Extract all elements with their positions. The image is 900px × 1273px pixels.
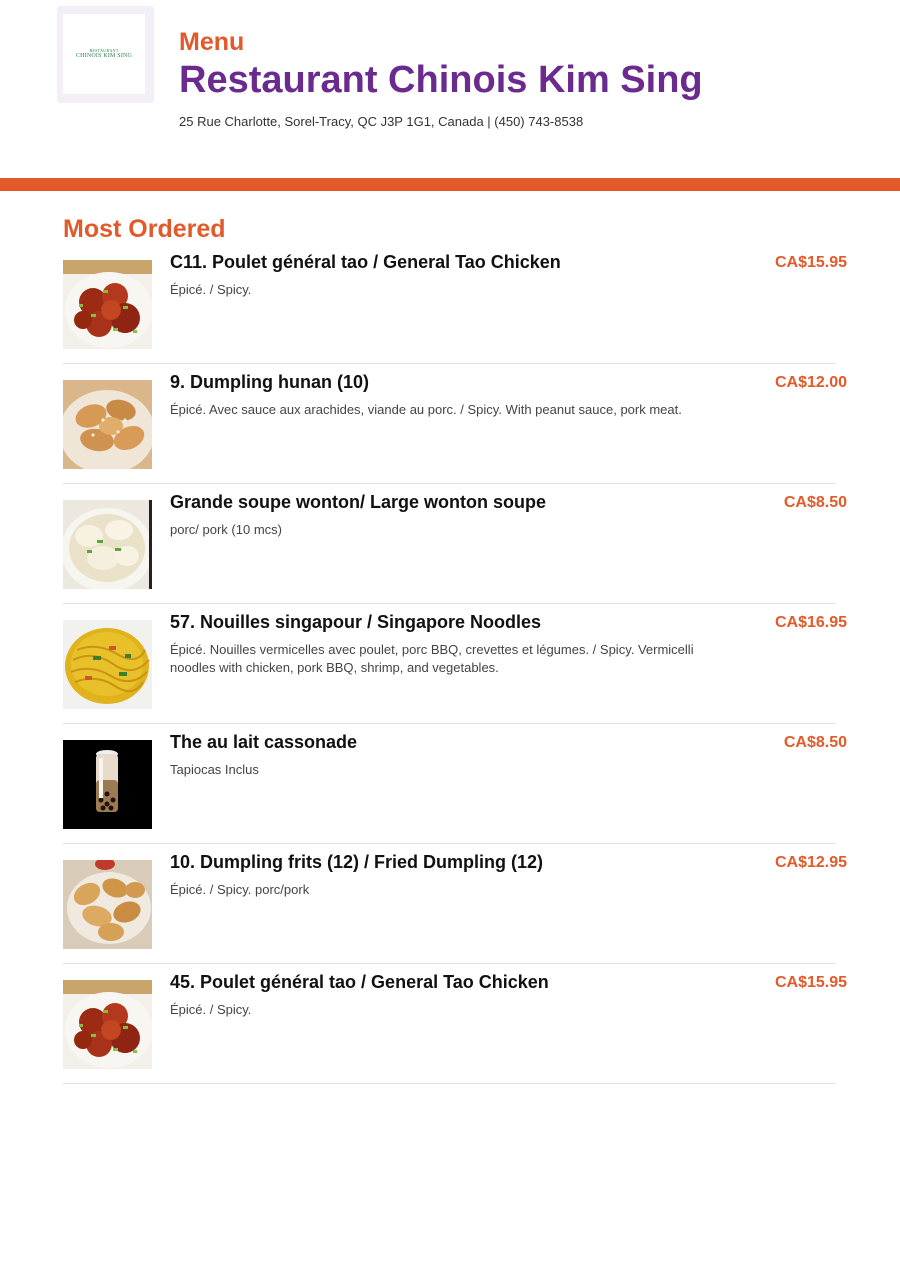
menu-item[interactable]: Grande soupe wonton/ Large wonton soupe … (63, 484, 847, 604)
item-description: Épicé. / Spicy. (170, 1002, 252, 1017)
item-description: Épicé. / Spicy. (170, 282, 252, 297)
menu-item[interactable]: C11. Poulet général tao / General Tao Ch… (63, 244, 847, 364)
header-divider-bar (0, 178, 900, 191)
item-name: 9. Dumpling hunan (10) (170, 372, 370, 392)
item-description: Tapiocas Inclus (170, 762, 259, 777)
restaurant-address: 25 Rue Charlotte, Sorel-Tracy, QC J3P 1G… (179, 114, 584, 129)
item-price: CA$12.00 (774, 374, 847, 391)
logo-image: RESTAURANT CHINOIS KIM SING (63, 14, 145, 94)
item-description: Épicé. / Spicy. porc/pork (170, 882, 310, 897)
menu-label: Menu (179, 28, 245, 56)
item-price: CA$15.95 (774, 974, 847, 991)
logo-main-text: CHINOIS KIM SING (75, 53, 133, 59)
item-price: CA$15.95 (774, 254, 847, 271)
item-description: porc/ pork (10 mcs) (170, 522, 282, 537)
menu-item[interactable]: 10. Dumpling frits (12) / Fried Dumpling… (63, 844, 847, 964)
item-price: CA$12.95 (774, 854, 847, 871)
wonton-soup-photo (63, 500, 152, 589)
general-tao-chicken-photo (63, 980, 152, 1069)
section-title: Most Ordered (63, 215, 226, 243)
item-name: The au lait cassonade (170, 732, 358, 752)
hunan-dumpling-photo (63, 380, 152, 469)
menu-item[interactable]: 9. Dumpling hunan (10) Épicé. Avec sauce… (63, 364, 847, 484)
item-description: Épicé. Nouilles vermicelles avec poulet,… (170, 642, 694, 675)
menu-header: RESTAURANT CHINOIS KIM SING Menu Restaur… (0, 0, 900, 178)
menu-item-list: C11. Poulet général tao / General Tao Ch… (63, 244, 847, 1084)
item-name: 57. Nouilles singapour / Singapore Noodl… (170, 612, 542, 632)
item-price: CA$8.50 (783, 494, 847, 511)
item-name: C11. Poulet général tao / General Tao Ch… (170, 252, 561, 272)
bubble-tea-photo (63, 740, 152, 829)
item-name: 10. Dumpling frits (12) / Fried Dumpling… (170, 852, 544, 872)
menu-item[interactable]: 57. Nouilles singapour / Singapore Noodl… (63, 604, 847, 724)
item-description: Épicé. Avec sauce aux arachides, viande … (170, 402, 682, 417)
item-price: CA$8.50 (783, 734, 847, 751)
fried-dumpling-photo (63, 860, 152, 949)
singapore-noodles-photo (63, 620, 152, 709)
restaurant-name: Restaurant Chinois Kim Sing (179, 59, 703, 101)
item-name: 45. Poulet général tao / General Tao Chi… (170, 972, 549, 992)
item-price: CA$16.95 (774, 614, 847, 631)
item-name: Grande soupe wonton/ Large wonton soupe (170, 492, 547, 512)
menu-item[interactable]: The au lait cassonade Tapiocas Inclus CA… (63, 724, 847, 844)
menu-item[interactable]: 45. Poulet général tao / General Tao Chi… (63, 964, 847, 1084)
restaurant-logo: RESTAURANT CHINOIS KIM SING (57, 6, 154, 103)
general-tao-chicken-photo (63, 260, 152, 349)
